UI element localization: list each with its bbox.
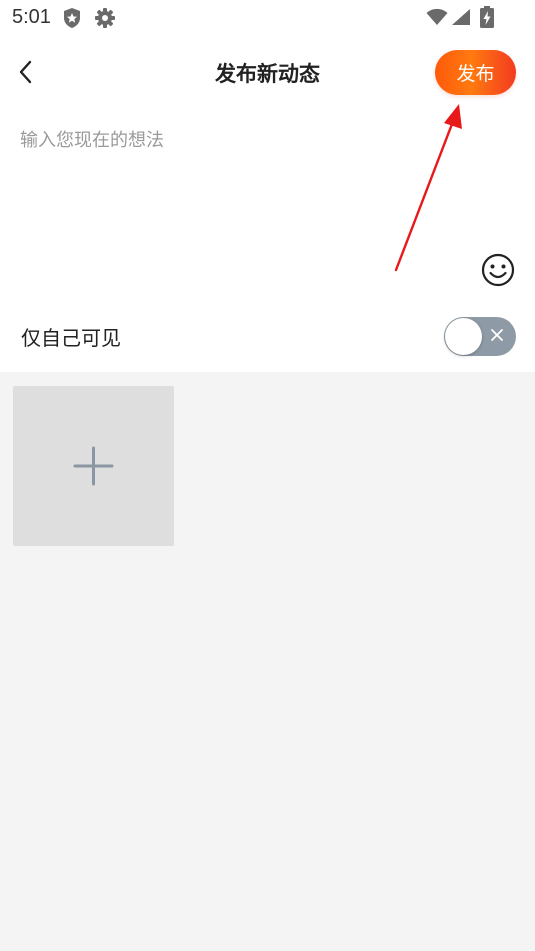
thought-input[interactable] [20,126,460,276]
publish-button[interactable]: 发布 [435,50,516,95]
privacy-toggle[interactable] [444,317,516,356]
signal-icon [451,8,471,30]
close-icon [491,329,503,341]
gear-icon [94,7,116,33]
battery-charging-icon [480,6,494,32]
emoji-button[interactable] [480,252,516,288]
add-image-button[interactable] [13,386,174,546]
plus-icon [73,446,114,486]
smiley-icon [481,253,515,287]
toggle-knob [445,318,482,355]
compose-area [0,108,535,300]
wifi-icon [426,8,448,30]
header-bar: 发布新动态 发布 [0,36,535,108]
shield-icon [61,7,83,33]
privacy-label: 仅自己可见 [21,326,121,350]
media-area [0,372,535,951]
status-time: 5:01 [12,6,51,28]
status-bar: 5:01 [0,0,535,36]
privacy-row: 仅自己可见 [0,300,535,372]
